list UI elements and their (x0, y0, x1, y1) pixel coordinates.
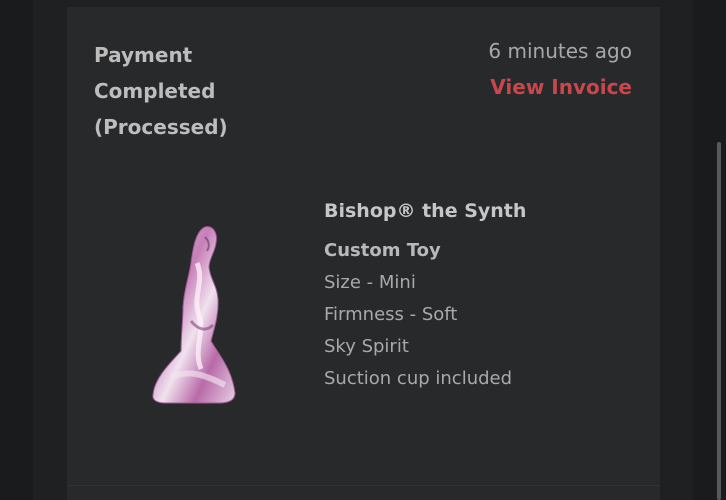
product-option-size: Size - Mini (324, 272, 416, 293)
status-line-2: Completed (94, 79, 216, 103)
card-divider (67, 485, 660, 486)
status-line-3: (Processed) (94, 115, 228, 139)
time-ago: 6 minutes ago (488, 39, 632, 63)
product-name: Bishop® the Synth (324, 200, 527, 222)
status-line-1: Payment (94, 43, 193, 67)
product-option-firmness: Firmness - Soft (324, 304, 458, 325)
vertical-scrollbar[interactable] (717, 142, 721, 500)
product-option-color: Sky Spirit (324, 336, 409, 357)
order-card: Payment Completed (Processed) 6 minutes … (67, 7, 660, 500)
product-image (147, 219, 247, 405)
product-option-suction-cup: Suction cup included (324, 368, 513, 389)
product-option-custom-toy: Custom Toy (324, 240, 441, 261)
product-details: Bishop® the Synth Custom Toy Size - Mini… (324, 197, 644, 395)
page: Payment Completed (Processed) 6 minutes … (0, 0, 726, 500)
view-invoice-link[interactable]: View Invoice (490, 73, 632, 101)
product-figure-icon (152, 226, 236, 404)
payment-status: Payment Completed (Processed) (94, 37, 284, 145)
